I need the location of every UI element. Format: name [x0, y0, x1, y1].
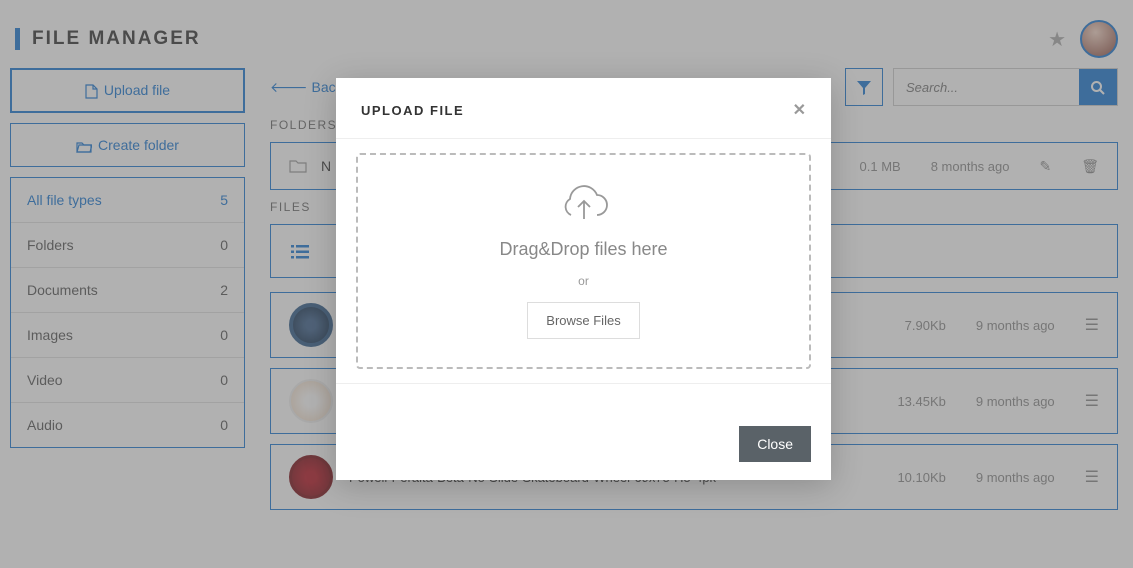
close-button[interactable]: Close [739, 426, 811, 462]
or-text: or [378, 274, 789, 288]
upload-modal: UPLOAD FILE ✕ Drag&Drop files here or Br… [336, 78, 831, 480]
drop-text: Drag&Drop files here [378, 239, 789, 260]
drop-zone[interactable]: Drag&Drop files here or Browse Files [356, 153, 811, 369]
browse-files-button[interactable]: Browse Files [527, 302, 639, 339]
cloud-upload-icon [378, 185, 789, 223]
close-icon[interactable]: ✕ [793, 100, 806, 120]
modal-title: UPLOAD FILE [361, 103, 464, 118]
